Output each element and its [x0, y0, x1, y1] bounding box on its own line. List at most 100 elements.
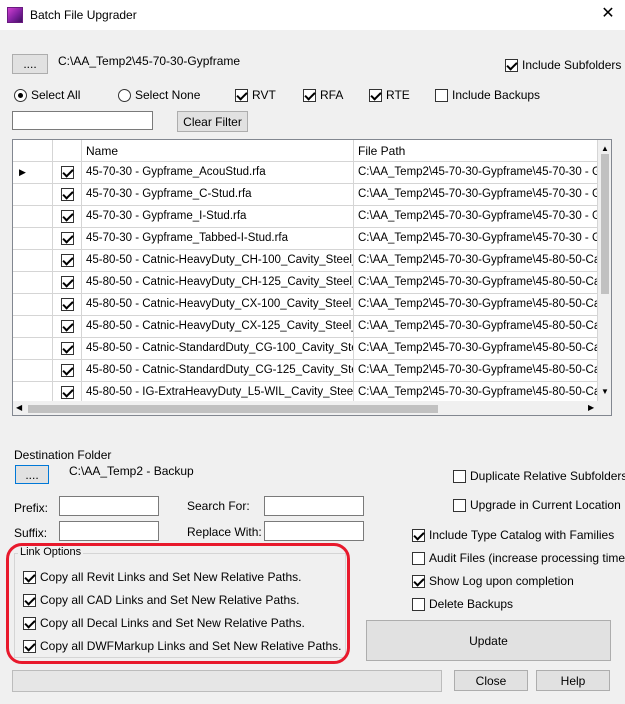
type-catalog-checkbox[interactable]	[412, 528, 425, 542]
scroll-right-icon[interactable]: ▶	[588, 403, 594, 412]
row-check-cell[interactable]	[53, 184, 82, 206]
audit-option[interactable]: Audit Files (increase processing time)	[412, 551, 625, 565]
rte-option[interactable]: RTE	[369, 88, 410, 102]
show-log-checkbox[interactable]	[412, 574, 425, 588]
duplicate-subfolders-option[interactable]: Duplicate Relative Subfolders	[453, 469, 625, 483]
scroll-down-icon[interactable]: ▼	[601, 387, 609, 396]
row-header[interactable]	[13, 294, 53, 316]
upgrade-current-checkbox[interactable]	[453, 498, 466, 512]
row-header[interactable]	[13, 184, 53, 206]
filepath-column-header[interactable]: File Path	[354, 140, 598, 162]
row-checkbox[interactable]	[61, 210, 74, 223]
horizontal-scrollbar[interactable]: ◀ ▶	[13, 401, 611, 415]
row-check-cell[interactable]	[53, 250, 82, 272]
rvt-option[interactable]: RVT	[235, 88, 276, 102]
rfa-option[interactable]: RFA	[303, 88, 343, 102]
row-header[interactable]	[13, 250, 53, 272]
select-all-option[interactable]: Select All	[14, 88, 80, 102]
table-row[interactable]: 45-80-50 - Catnic-HeavyDuty_CX-125_Cavit…	[13, 316, 598, 338]
update-button[interactable]: Update	[366, 620, 611, 661]
close-icon[interactable]: ✕	[598, 4, 618, 24]
row-header[interactable]	[13, 206, 53, 228]
table-row[interactable]: 45-80-50 - Catnic-HeavyDuty_CH-100_Cavit…	[13, 250, 598, 272]
row-name-cell[interactable]: 45-80-50 - Catnic-StandardDuty_CG-100_Ca…	[82, 338, 354, 360]
row-checkbox[interactable]	[61, 364, 74, 377]
rte-checkbox[interactable]	[369, 88, 382, 102]
type-catalog-option[interactable]: Include Type Catalog with Families	[412, 528, 614, 542]
help-button[interactable]: Help	[536, 670, 610, 691]
row-check-cell[interactable]	[53, 162, 82, 184]
row-name-cell[interactable]: 45-70-30 - Gypframe_AcouStud.rfa	[82, 162, 354, 184]
audit-checkbox[interactable]	[412, 551, 425, 565]
row-path-cell[interactable]: C:\AA_Temp2\45-70-30-Gypframe\45-80-50-C…	[354, 338, 598, 360]
row-header[interactable]	[13, 338, 53, 360]
table-row[interactable]: ▶ 45-70-30 - Gypframe_AcouStud.rfa C:\AA_T…	[13, 162, 598, 184]
row-checkbox[interactable]	[61, 232, 74, 245]
scroll-up-icon[interactable]: ▲	[601, 144, 609, 153]
show-log-option[interactable]: Show Log upon completion	[412, 574, 574, 588]
row-path-cell[interactable]: C:\AA_Temp2\45-70-30-Gypframe\45-70-30 -…	[354, 206, 598, 228]
row-checkbox[interactable]	[61, 298, 74, 311]
row-check-cell[interactable]	[53, 228, 82, 250]
scroll-left-icon[interactable]: ◀	[16, 403, 22, 412]
row-check-cell[interactable]	[53, 206, 82, 228]
row-header[interactable]	[13, 272, 53, 294]
clear-filter-button[interactable]: Clear Filter	[177, 111, 248, 132]
include-backups-option[interactable]: Include Backups	[435, 88, 540, 102]
row-path-cell[interactable]: C:\AA_Temp2\45-70-30-Gypframe\45-80-50-C…	[354, 360, 598, 382]
name-column-header[interactable]: Name	[82, 140, 354, 162]
row-header[interactable]	[13, 316, 53, 338]
rvt-checkbox[interactable]	[235, 88, 248, 102]
horizontal-scroll-thumb[interactable]	[28, 405, 438, 413]
suffix-input[interactable]	[59, 521, 159, 541]
row-check-cell[interactable]	[53, 316, 82, 338]
row-name-cell[interactable]: 45-80-50 - Catnic-StandardDuty_CG-125_Ca…	[82, 360, 354, 382]
row-name-cell[interactable]: 45-70-30 - Gypframe_C-Stud.rfa	[82, 184, 354, 206]
row-check-cell[interactable]	[53, 338, 82, 360]
select-none-option[interactable]: Select None	[118, 88, 200, 102]
row-checkbox[interactable]	[61, 342, 74, 355]
row-check-cell[interactable]	[53, 272, 82, 294]
vertical-scrollbar[interactable]: ▲ ▼	[598, 140, 611, 401]
row-path-cell[interactable]: C:\AA_Temp2\45-70-30-Gypframe\45-70-30 -…	[354, 162, 598, 184]
row-check-cell[interactable]	[53, 360, 82, 382]
search-for-input[interactable]	[264, 496, 364, 516]
table-row[interactable]: 45-80-50 - Catnic-StandardDuty_CG-100_Ca…	[13, 338, 598, 360]
row-name-cell[interactable]: 45-70-30 - Gypframe_Tabbed-I-Stud.rfa	[82, 228, 354, 250]
file-grid[interactable]: Name File Path ▶ 45-70-30 - Gypframe_Acou…	[12, 139, 612, 416]
destination-browse-button[interactable]: ....	[15, 465, 49, 484]
row-header[interactable]: ▶	[13, 162, 53, 184]
close-button[interactable]: Close	[454, 670, 528, 691]
row-checkbox[interactable]	[61, 166, 74, 179]
table-row[interactable]: 45-70-30 - Gypframe_I-Stud.rfa C:\AA_Temp…	[13, 206, 598, 228]
row-path-cell[interactable]: C:\AA_Temp2\45-70-30-Gypframe\45-80-50-C…	[354, 250, 598, 272]
row-path-cell[interactable]: C:\AA_Temp2\45-70-30-Gypframe\45-80-50-C…	[354, 316, 598, 338]
row-checkbox[interactable]	[61, 320, 74, 333]
row-name-cell[interactable]: 45-80-50 - Catnic-HeavyDuty_CX-100_Cavit…	[82, 294, 354, 316]
vertical-scroll-thumb[interactable]	[601, 154, 609, 294]
table-row[interactable]: 45-70-30 - Gypframe_Tabbed-I-Stud.rfa C:\…	[13, 228, 598, 250]
select-none-radio[interactable]	[118, 88, 131, 102]
replace-with-input[interactable]	[264, 521, 364, 541]
prefix-input[interactable]	[59, 496, 159, 516]
row-checkbox[interactable]	[61, 386, 74, 399]
row-check-cell[interactable]	[53, 294, 82, 316]
row-name-cell[interactable]: 45-80-50 - Catnic-HeavyDuty_CX-125_Cavit…	[82, 316, 354, 338]
row-name-cell[interactable]: 45-80-50 - Catnic-HeavyDuty_CH-100_Cavit…	[82, 250, 354, 272]
table-row[interactable]: 45-80-50 - Catnic-HeavyDuty_CH-125_Cavit…	[13, 272, 598, 294]
include-subfolders-checkbox[interactable]	[505, 58, 518, 72]
row-path-cell[interactable]: C:\AA_Temp2\45-70-30-Gypframe\45-70-30 -…	[354, 184, 598, 206]
row-path-cell[interactable]: C:\AA_Temp2\45-70-30-Gypframe\45-70-30 -…	[354, 228, 598, 250]
row-checkbox[interactable]	[61, 188, 74, 201]
row-path-cell[interactable]: C:\AA_Temp2\45-70-30-Gypframe\45-80-50-C…	[354, 272, 598, 294]
include-backups-checkbox[interactable]	[435, 88, 448, 102]
select-all-radio[interactable]	[14, 88, 27, 102]
row-header[interactable]	[13, 228, 53, 250]
delete-backups-checkbox[interactable]	[412, 597, 425, 611]
upgrade-current-option[interactable]: Upgrade in Current Location	[453, 498, 621, 512]
delete-backups-option[interactable]: Delete Backups	[412, 597, 513, 611]
table-row[interactable]: 45-70-30 - Gypframe_C-Stud.rfa C:\AA_Temp…	[13, 184, 598, 206]
table-row[interactable]: 45-80-50 - Catnic-StandardDuty_CG-125_Ca…	[13, 360, 598, 382]
row-name-cell[interactable]: 45-70-30 - Gypframe_I-Stud.rfa	[82, 206, 354, 228]
rfa-checkbox[interactable]	[303, 88, 316, 102]
